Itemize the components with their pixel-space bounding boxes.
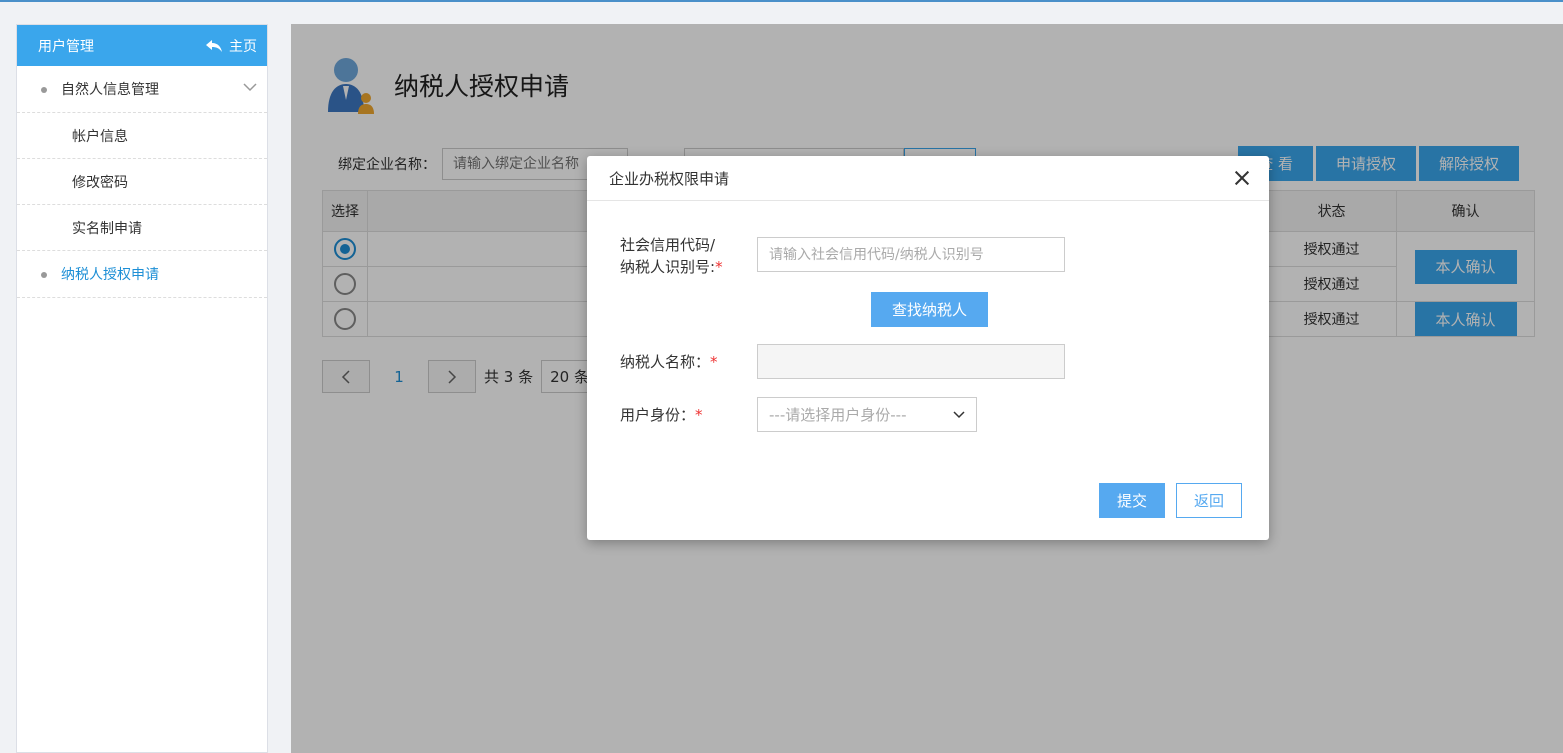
sidebar-item-change-password[interactable]: 修改密码 [17, 159, 267, 205]
credit-code-label-line2: 纳税人识别号: [620, 258, 716, 276]
home-link[interactable]: 主页 [205, 36, 257, 56]
sidebar-title: 用户管理 [38, 38, 94, 55]
bullet-icon [41, 272, 47, 278]
reply-arrow-icon [206, 39, 222, 52]
sidebar-item-label: 纳税人授权申请 [61, 267, 159, 283]
dialog-title: 企业办税权限申请 [609, 169, 730, 188]
user-identity-placeholder: ---请选择用户身份--- [769, 406, 907, 424]
taxpayer-name-field [757, 344, 1065, 379]
credit-code-label: 社会信用代码/ 纳税人识别号:* [620, 234, 723, 278]
credit-code-input[interactable] [757, 237, 1065, 272]
sidebar-item-label: 自然人信息管理 [61, 82, 159, 98]
dialog-header: 企业办税权限申请 [587, 156, 1269, 201]
sidebar-item-label: 实名制申请 [72, 220, 142, 237]
required-marker: * [710, 353, 718, 371]
sidebar-item-label: 修改密码 [72, 174, 128, 191]
credit-code-label-line1: 社会信用代码/ [620, 236, 716, 254]
sidebar-item-natural-person[interactable]: 自然人信息管理 [17, 66, 267, 113]
back-button[interactable]: 返回 [1176, 483, 1242, 518]
user-identity-label-text: 用户身份： [620, 406, 696, 424]
taxpayer-name-label: 纳税人名称：* [620, 351, 718, 373]
sidebar-item-label: 帐户信息 [72, 128, 128, 145]
sidebar-item-real-name[interactable]: 实名制申请 [17, 205, 267, 251]
user-identity-select[interactable]: ---请选择用户身份--- [757, 397, 977, 432]
sidebar-header: 用户管理 主页 [17, 25, 267, 66]
chevron-down-icon [953, 410, 965, 418]
permission-request-dialog: 企业办税权限申请 社会信用代码/ 纳税人识别号:* 查找纳税人 纳税人名称：* … [587, 156, 1269, 540]
top-accent-line [0, 0, 1563, 2]
required-marker: * [715, 258, 723, 276]
user-identity-label: 用户身份：* [620, 404, 703, 426]
taxpayer-name-label-text: 纳税人名称： [620, 353, 711, 371]
sidebar-item-account-info[interactable]: 帐户信息 [17, 113, 267, 159]
sidebar-item-taxpayer-auth[interactable]: 纳税人授权申请 [17, 251, 267, 298]
chevron-down-icon [243, 83, 257, 92]
find-taxpayer-button[interactable]: 查找纳税人 [871, 292, 988, 327]
sidebar: 用户管理 主页 自然人信息管理 帐户信息 修改密码 实名制申请 纳税人授权申请 [16, 24, 268, 753]
submit-button[interactable]: 提交 [1099, 483, 1165, 518]
required-marker: * [695, 406, 703, 424]
bullet-icon [41, 87, 47, 93]
close-icon[interactable] [1233, 169, 1251, 187]
home-label: 主页 [229, 38, 257, 55]
